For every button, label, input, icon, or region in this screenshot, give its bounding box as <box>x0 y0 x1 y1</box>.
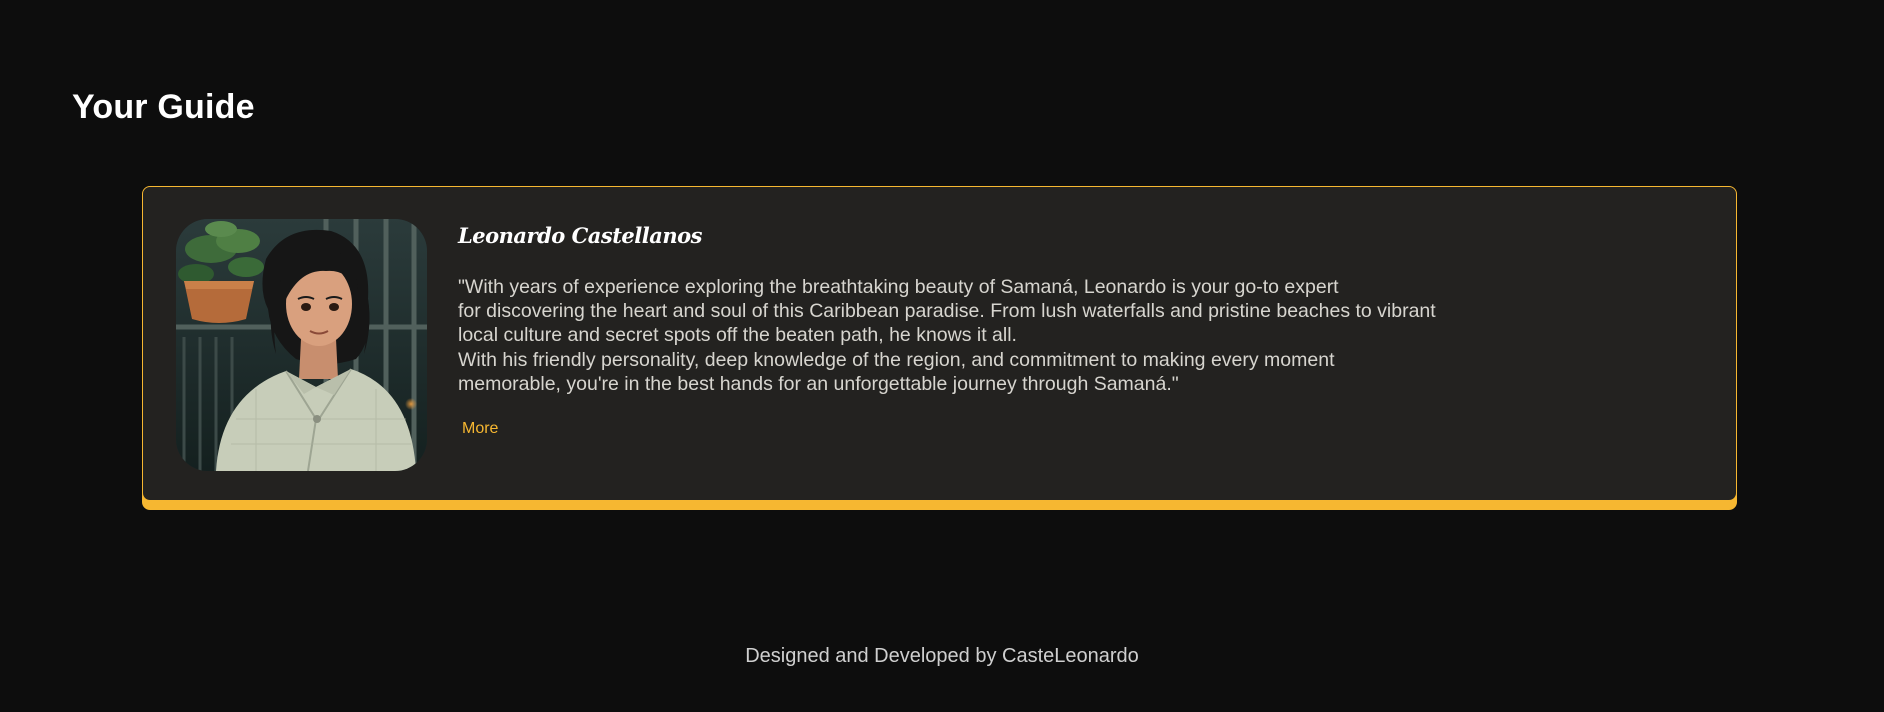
guide-name: Leonardo Castellanos <box>458 223 702 248</box>
footer-credit: Designed and Developed by CasteLeonardo <box>745 645 1139 667</box>
guide-card: Leonardo Castellanos "With years of expe… <box>142 186 1737 501</box>
section-title: Your Guide <box>72 88 255 126</box>
guide-bio: "With years of experience exploring the … <box>458 275 1436 396</box>
guide-bio-line: memorable, you're in the best hands for … <box>458 372 1179 395</box>
guide-bio-line: With his friendly personality, deep know… <box>458 348 1335 371</box>
guide-bio-line: local culture and secret spots off the b… <box>458 324 1017 347</box>
guide-bio-line: for discovering the heart and soul of th… <box>458 300 1436 323</box>
more-link[interactable]: More <box>462 420 498 438</box>
guide-avatar <box>176 219 427 471</box>
guide-bio-line: "With years of experience exploring the … <box>458 276 1339 298</box>
